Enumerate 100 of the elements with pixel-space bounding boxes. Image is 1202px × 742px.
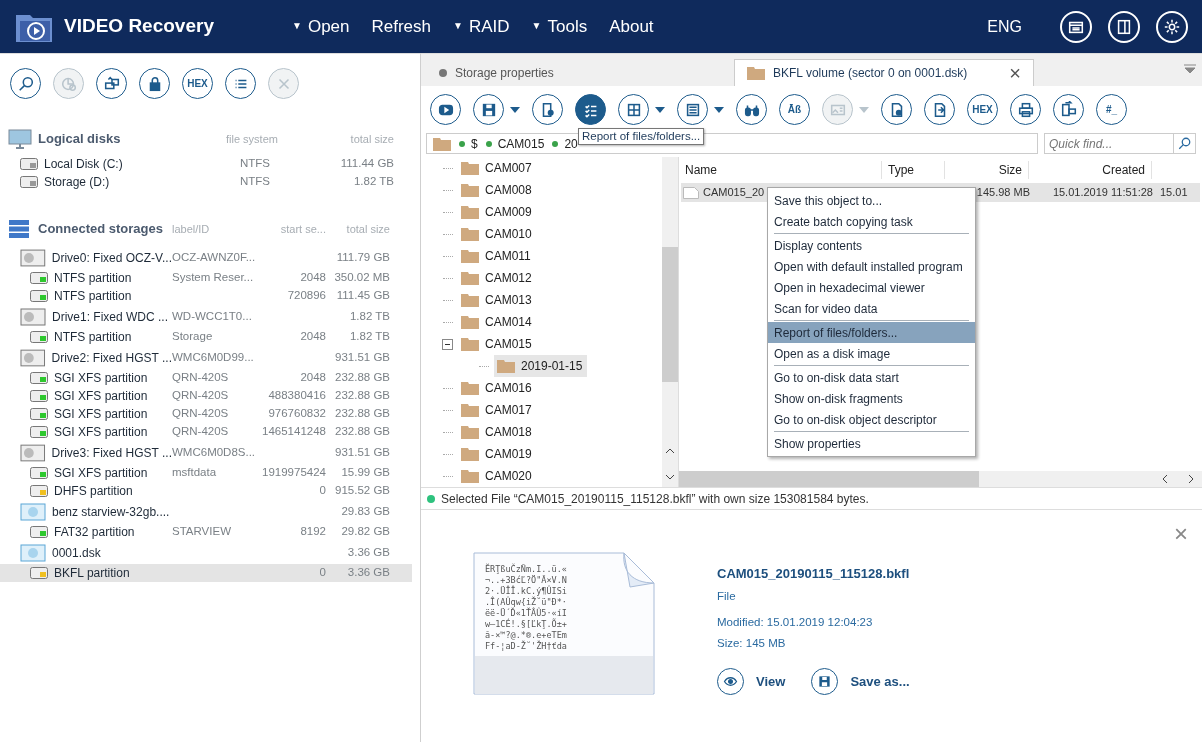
expander-icon[interactable]	[442, 338, 453, 350]
drives-button[interactable]	[96, 68, 127, 99]
partition-name[interactable]: SGI XFS partition	[54, 423, 148, 441]
partition-name[interactable]: BKFL partition	[54, 564, 130, 582]
tree-item[interactable]: 2019-01-15	[494, 355, 588, 377]
tree-item[interactable]: CAM013	[458, 289, 537, 311]
tree-item[interactable]: CAM017	[458, 399, 537, 421]
column-header[interactable]: Size	[945, 161, 1029, 179]
settings-button[interactable]	[1156, 10, 1188, 43]
dropdown-caret-icon[interactable]	[714, 106, 724, 113]
view-button[interactable]: View	[717, 668, 786, 696]
tree-item[interactable]: CAM015	[458, 333, 537, 355]
scrollbar[interactable]	[679, 471, 1202, 487]
tab[interactable]: BKFL volume (sector 0 on 0001.dsk) ×	[734, 59, 1034, 86]
printer-button[interactable]	[1010, 94, 1041, 125]
sidebar-button[interactable]	[1108, 10, 1140, 43]
list-button[interactable]	[225, 68, 256, 99]
document-arrow-button[interactable]	[924, 94, 955, 125]
path-crumb[interactable]: 20	[564, 134, 578, 153]
disk-name[interactable]: Storage (D:)	[44, 173, 110, 191]
menu-item[interactable]: Open in hexadecimal viewer	[768, 277, 975, 298]
device-name[interactable]: benz starview-32gb....	[52, 503, 170, 521]
menu-item[interactable]: Refresh	[363, 13, 440, 40]
dropdown-caret-icon[interactable]	[510, 106, 520, 113]
disk-size: 1.82 TB	[352, 174, 394, 190]
menu-item[interactable]: Save this object to...	[768, 190, 975, 211]
scroll-right-icon	[1188, 474, 1194, 484]
tree-item[interactable]: CAM019	[458, 443, 537, 465]
partition-name[interactable]: NTFS partition	[54, 328, 132, 346]
menu-item[interactable]: $^{▼}$ Tools	[523, 13, 596, 40]
menu-item[interactable]: Display contents	[768, 235, 975, 256]
spell-check-button[interactable]: Āß	[779, 94, 810, 125]
partition-size: 915.52 GB	[334, 483, 390, 499]
partition-name[interactable]: SGI XFS partition	[54, 369, 148, 387]
close-button[interactable]: ×	[1174, 522, 1188, 546]
partition-name[interactable]: DHFS partition	[54, 482, 133, 500]
column-header[interactable]: Created	[1029, 161, 1152, 179]
menu-item[interactable]: Show properties	[768, 433, 975, 454]
menu-item[interactable]: $^{▼}$ Open	[284, 13, 358, 40]
path-crumb[interactable]: $	[471, 134, 478, 153]
partition-name[interactable]: SGI XFS partition	[54, 387, 148, 405]
menu-item[interactable]: Go to on-disk data start	[768, 367, 975, 388]
partition-name[interactable]: SGI XFS partition	[54, 464, 148, 482]
section-title: Logical disks	[38, 130, 121, 149]
grid-button[interactable]	[618, 94, 649, 125]
binoculars-button[interactable]	[736, 94, 767, 125]
tree-item[interactable]: CAM016	[458, 377, 537, 399]
partition-name[interactable]: NTFS partition	[54, 287, 132, 305]
column-header[interactable]: Name	[679, 161, 882, 179]
checklist-button[interactable]	[575, 94, 606, 125]
menu-item[interactable]: Open as a disk image	[768, 343, 975, 364]
device-name[interactable]: Drive3: Fixed HGST ...	[51, 444, 172, 462]
search-button[interactable]	[10, 68, 41, 99]
quick-find-field[interactable]: Quick find...	[1044, 133, 1196, 154]
close-tab-icon[interactable]: ×	[1009, 58, 1021, 88]
menu-item[interactable]: Open with default installed program	[768, 256, 975, 277]
tree-item[interactable]: CAM007	[458, 157, 537, 179]
lock-button[interactable]	[139, 68, 170, 99]
tree-item[interactable]: CAM010	[458, 223, 537, 245]
device-name[interactable]: Drive0: Fixed OCZ-V...	[51, 249, 172, 267]
scrollbar[interactable]	[662, 157, 678, 487]
hex-button[interactable]: HEX	[967, 94, 998, 125]
path-crumb[interactable]: CAM015	[497, 134, 545, 153]
file-name[interactable]: CAM015_20	[703, 184, 765, 201]
device-name[interactable]: Drive1: Fixed WDC ...	[52, 308, 168, 326]
file-gear-button[interactable]	[532, 94, 563, 125]
menu-item[interactable]: Create batch copying task	[768, 211, 975, 232]
menu-item[interactable]: About	[601, 13, 662, 40]
tree-item[interactable]: CAM012	[458, 267, 537, 289]
dropdown-caret-icon[interactable]	[655, 106, 665, 113]
tree-item[interactable]: CAM014	[458, 311, 537, 333]
menu-item[interactable]: $^{▼}$ RAID	[445, 13, 518, 40]
tree-item[interactable]: CAM009	[458, 201, 537, 223]
play-button[interactable]	[430, 94, 461, 125]
floppy-disk-button[interactable]	[473, 94, 504, 125]
tree-item[interactable]: CAM018	[458, 421, 537, 443]
partition-name[interactable]: NTFS partition	[54, 269, 132, 287]
tree-item[interactable]: CAM011	[458, 245, 536, 267]
menu-item[interactable]: Show on-disk fragments	[768, 388, 975, 409]
transfer-button[interactable]	[1053, 94, 1084, 125]
hex-button[interactable]: HEX	[182, 68, 213, 99]
column-header[interactable]: Type	[882, 161, 945, 179]
start-sector: 720896	[286, 288, 326, 304]
language-selector[interactable]: ENG	[987, 14, 1022, 39]
menu-item[interactable]: Report of files/folders...	[768, 322, 975, 343]
device-name[interactable]: 0001.dsk	[52, 544, 101, 562]
folder-icon	[747, 66, 765, 80]
panel-button[interactable]	[677, 94, 708, 125]
partition-name[interactable]: FAT32 partition	[54, 523, 135, 541]
device-name[interactable]: Drive2: Fixed HGST ...	[51, 349, 172, 367]
tree-item[interactable]: CAM020	[458, 465, 537, 487]
tree-item[interactable]: CAM008	[458, 179, 537, 201]
document-gear-button[interactable]	[881, 94, 912, 125]
menu-item[interactable]: Scan for video data	[768, 298, 975, 319]
hash-button[interactable]: #_	[1096, 94, 1127, 125]
disk-name[interactable]: Local Disk (C:)	[44, 155, 123, 173]
partition-name[interactable]: SGI XFS partition	[54, 405, 148, 423]
window-button[interactable]	[1060, 10, 1092, 43]
menu-item[interactable]: Go to on-disk object descriptor	[768, 409, 975, 430]
save-as-button[interactable]: Save as...	[811, 668, 910, 696]
